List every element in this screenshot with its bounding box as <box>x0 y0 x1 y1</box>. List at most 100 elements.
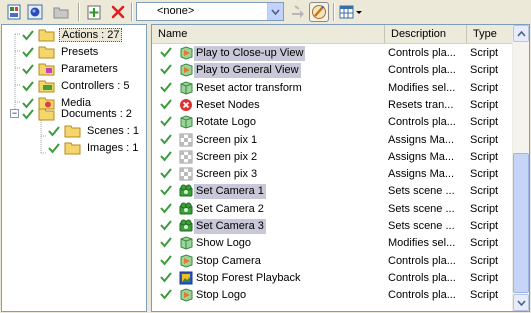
row-type: Script <box>470 64 499 77</box>
table-row[interactable]: Reset actor transform Modifies sel... Scri… <box>152 80 514 97</box>
play-icon <box>179 63 193 80</box>
tree-item-label: Scenes : 1 <box>87 124 139 137</box>
column-header-description[interactable]: Description <box>385 25 467 43</box>
cube-icon <box>179 81 193 98</box>
table-row[interactable]: Stop Camera Controls pla... Script <box>152 253 514 270</box>
row-name: Set Camera 3 <box>194 219 266 234</box>
folder-icon <box>64 125 81 137</box>
camera-icon <box>179 184 193 201</box>
scroll-down-icon[interactable] <box>513 294 529 311</box>
globe-icon[interactable] <box>25 2 45 22</box>
scrollbar-thumb[interactable] <box>513 153 529 293</box>
row-name: Screen pix 2 <box>196 150 258 163</box>
delete-icon[interactable] <box>108 2 128 22</box>
table-row[interactable]: Play to Close-up View Controls pla... Scri… <box>152 45 514 62</box>
toolbar-separator <box>333 3 335 21</box>
table-row[interactable]: Rotate Logo Controls pla... Script <box>152 114 514 131</box>
filter-select-value: <none> <box>157 5 195 17</box>
play-icon <box>179 288 193 305</box>
row-description: Controls pla... <box>388 254 456 267</box>
check-icon <box>160 236 172 251</box>
row-type: Script <box>470 202 499 215</box>
cube-icon <box>179 115 193 132</box>
new-document-icon[interactable] <box>4 2 24 22</box>
collapse-toggle-icon[interactable]: − <box>10 109 19 118</box>
row-name: Play to General View <box>194 63 301 79</box>
folder-icon[interactable] <box>51 2 71 22</box>
tree-item-documents[interactable]: Documents : 2 <box>22 105 134 122</box>
row-type: Script <box>470 185 499 198</box>
tree-item-parameters[interactable]: Parameters <box>22 60 120 77</box>
check-icon <box>160 150 172 165</box>
table-row[interactable]: Set Camera 3 Sets scene ... Script <box>152 218 514 235</box>
check-icon <box>160 63 172 78</box>
add-icon[interactable] <box>84 2 104 22</box>
row-description: Assigns Ma... <box>388 133 455 146</box>
row-name: Play to Close-up View <box>194 46 306 61</box>
pencil-icon[interactable] <box>309 2 329 22</box>
filter-select[interactable]: <none> <box>136 2 284 21</box>
film-icon <box>179 271 193 288</box>
table-row[interactable]: Screen pix 1 Assigns Ma... Script <box>152 132 514 149</box>
table-row[interactable]: Set Camera 2 Sets scene ... Script <box>152 201 514 218</box>
check-icon <box>160 167 172 182</box>
row-type: Script <box>470 271 499 284</box>
tree-item-label: Images : 1 <box>87 141 139 154</box>
table-row[interactable]: Play to General View Controls pla... Scrip… <box>152 62 514 79</box>
row-description: Controls pla... <box>388 289 456 302</box>
row-description: Controls pla... <box>388 64 456 77</box>
table-row[interactable]: Stop Forest Playback Controls pla... Scrip… <box>152 270 514 287</box>
check-icon <box>22 108 34 120</box>
row-description: Controls pla... <box>388 271 456 284</box>
tree-item-scenes[interactable]: Scenes : 1 <box>48 122 141 139</box>
row-name: Reset Nodes <box>196 98 260 111</box>
column-header-type[interactable]: Type <box>467 25 514 43</box>
scroll-up-icon[interactable] <box>513 25 529 42</box>
row-description: Assigns Ma... <box>388 150 455 163</box>
check-icon <box>160 115 172 130</box>
folder-icon <box>64 142 81 154</box>
tree-item-controllers[interactable]: Controllers : 5 <box>22 77 131 94</box>
check-icon <box>160 202 172 217</box>
row-type: Script <box>470 81 499 94</box>
play-icon <box>179 254 193 271</box>
row-description: Resets tran... <box>388 98 454 111</box>
check-icon <box>160 254 172 269</box>
table-row[interactable]: Screen pix 3 Assigns Ma... Script <box>152 166 514 183</box>
row-description: Sets scene ... <box>388 185 455 198</box>
row-name: Screen pix 3 <box>196 168 258 181</box>
row-name: Set Camera 1 <box>194 184 266 200</box>
chevron-down-icon[interactable] <box>267 3 283 20</box>
row-description: Assigns Ma... <box>388 168 455 181</box>
row-name: Set Camera 2 <box>196 202 264 215</box>
tree-item-images[interactable]: Images : 1 <box>48 139 140 156</box>
check-icon <box>22 80 34 92</box>
table-row[interactable]: Stop Logo Controls pla... Script <box>152 287 514 304</box>
row-name: Stop Camera <box>196 254 261 267</box>
category-tree[interactable]: − Actions : 27 Presets Parameters Contro… <box>1 24 147 312</box>
actions-list[interactable]: Name Description Type Play to Close-up V… <box>151 24 530 312</box>
grid-dropdown-icon[interactable] <box>338 2 364 22</box>
check-icon <box>160 46 172 61</box>
dim-arrow-icon[interactable] <box>288 2 308 22</box>
row-type: Script <box>470 150 499 163</box>
check-icon <box>160 133 172 148</box>
tree-item-presets[interactable]: Presets <box>22 43 100 60</box>
toolbar-separator <box>78 3 80 21</box>
tree-item-label: Controllers : 5 <box>61 79 130 92</box>
table-row[interactable]: Screen pix 2 Assigns Ma... Script <box>152 149 514 166</box>
table-row[interactable]: Reset Nodes Resets tran... Script <box>152 97 514 114</box>
row-type: Script <box>470 133 499 146</box>
row-name: Show Logo <box>196 237 252 250</box>
table-row[interactable]: Set Camera 1 Sets scene ... Script <box>152 183 514 200</box>
list-header: Name Description Type <box>152 25 514 44</box>
row-type: Script <box>470 254 499 267</box>
tree-item-actions[interactable]: Actions : 27 <box>22 26 123 43</box>
vertical-scrollbar[interactable] <box>512 25 529 311</box>
table-row[interactable]: Show Logo Modifies sel... Script <box>152 235 514 252</box>
row-name: Screen pix 1 <box>196 133 258 146</box>
camera-icon <box>179 202 193 219</box>
tree-item-label: Documents : 2 <box>61 107 132 120</box>
column-header-name[interactable]: Name <box>152 25 385 43</box>
checker-icon <box>179 167 193 184</box>
